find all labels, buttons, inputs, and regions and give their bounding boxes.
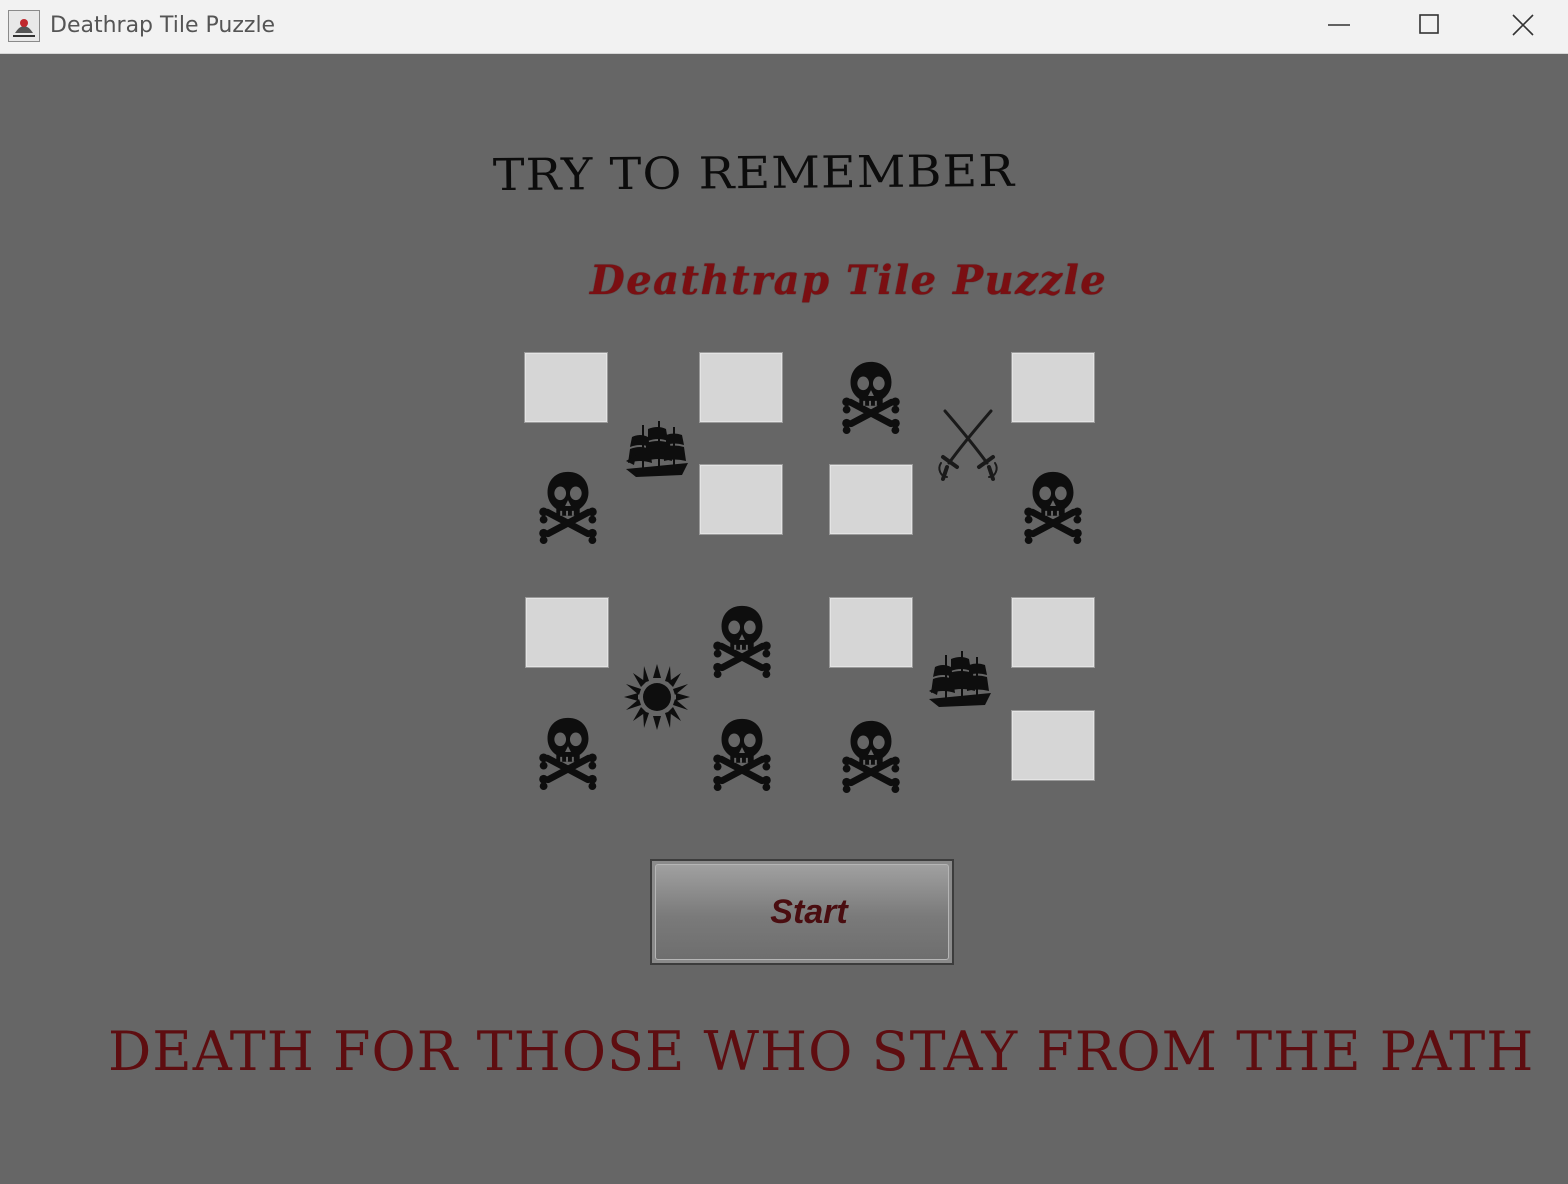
skull-crossbones-icon[interactable] — [838, 356, 904, 434]
game-title: Deathtrap Tile Puzzle — [590, 257, 1108, 304]
skull-crossbones-icon[interactable] — [838, 715, 904, 793]
hidden-tile[interactable] — [829, 597, 913, 668]
game-panel: TRY TO REMEMBER Deathtrap Tile Puzzle St… — [0, 54, 1568, 1184]
window-titlebar: Deathrap Tile Puzzle — [0, 0, 1568, 54]
maximize-button[interactable] — [1385, 0, 1475, 53]
hidden-tile[interactable] — [524, 352, 608, 423]
close-button[interactable] — [1478, 0, 1568, 53]
sun-icon[interactable] — [624, 658, 690, 736]
minimize-button[interactable] — [1294, 0, 1384, 53]
warning-text: DEATH FOR THOSE WHO STAY FROM THE PATH — [108, 1020, 1535, 1083]
hidden-tile[interactable] — [525, 597, 609, 668]
hidden-tile[interactable] — [1011, 710, 1095, 781]
minimize-icon — [1328, 24, 1350, 26]
skull-crossbones-icon[interactable] — [1020, 466, 1086, 544]
pirate-ship-icon[interactable] — [927, 646, 993, 710]
hidden-tile[interactable] — [699, 352, 783, 423]
close-icon — [1512, 14, 1534, 36]
maximize-icon — [1419, 14, 1439, 34]
skull-crossbones-icon[interactable] — [709, 600, 775, 678]
start-button[interactable]: Start — [650, 859, 954, 965]
start-button-face[interactable]: Start — [655, 864, 949, 960]
pirate-ship-icon[interactable] — [624, 416, 690, 480]
skull-crossbones-icon[interactable] — [535, 466, 601, 544]
java-app-icon — [8, 10, 40, 42]
window-title: Deathrap Tile Puzzle — [50, 13, 276, 38]
start-button-label: Start — [770, 892, 848, 931]
hidden-tile[interactable] — [829, 464, 913, 535]
hidden-tile[interactable] — [1011, 597, 1095, 668]
hidden-tile[interactable] — [1011, 352, 1095, 423]
instruction-text: TRY TO REMEMBER — [492, 145, 1016, 202]
skull-crossbones-icon[interactable] — [709, 713, 775, 791]
crossed-swords-icon[interactable] — [935, 406, 1001, 484]
skull-crossbones-icon[interactable] — [535, 712, 601, 790]
hidden-tile[interactable] — [699, 464, 783, 535]
